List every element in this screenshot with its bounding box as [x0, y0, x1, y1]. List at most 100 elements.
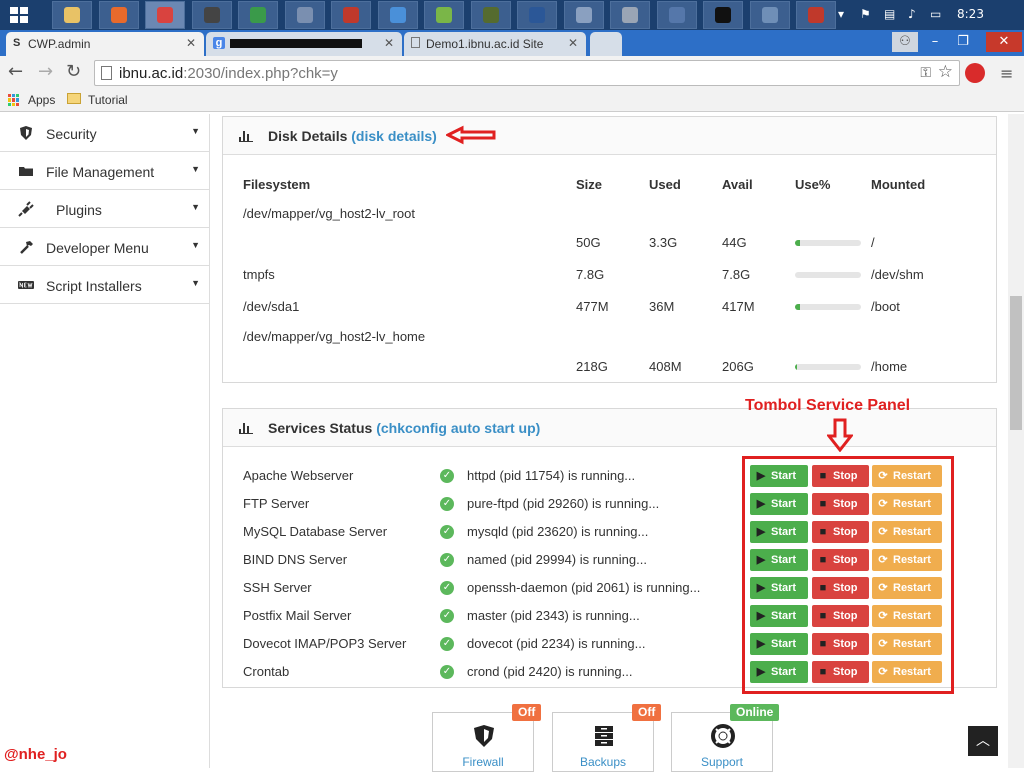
sidebar-item-script-installers[interactable]: Script Installers ▼ [0, 266, 210, 304]
column-header-mounted: Mounted [871, 177, 926, 192]
extension-icon[interactable] [965, 63, 985, 83]
tray-keyboard-icon[interactable]: ▭ [930, 7, 941, 21]
filezilla-icon [343, 7, 359, 23]
sidebar-item-plugins[interactable]: Plugins ▼ [0, 190, 210, 228]
windows-start-icon[interactable] [10, 7, 28, 23]
minimize-icon[interactable]: – [922, 32, 948, 52]
chkconfig-link[interactable]: (chkconfig auto start up) [376, 420, 540, 436]
tab-google[interactable]: g ✕ [206, 32, 402, 56]
page-icon [101, 66, 112, 80]
new-tab-button[interactable] [590, 32, 622, 56]
service-name: Postfix Mail Server [243, 608, 352, 623]
key-icon[interactable]: ⚿ [920, 64, 931, 81]
watermark: @nhe_jo [4, 746, 67, 763]
tab-favicon-icon [411, 37, 420, 48]
tile-support[interactable]: Support [671, 712, 773, 772]
check-circle-icon: ✓ [440, 469, 454, 483]
taskbar-app-app-grid[interactable] [610, 1, 650, 29]
restore-icon[interactable]: ❐ [950, 32, 976, 52]
server-icon [591, 723, 617, 749]
taskbar-app-paint[interactable] [377, 1, 418, 29]
taskbar-app-app-red[interactable] [796, 1, 836, 29]
tile-backups[interactable]: Backups [552, 712, 654, 772]
user-icon[interactable]: ⚇ [892, 32, 918, 52]
new-icon [18, 277, 34, 293]
taskbar-app-word[interactable] [517, 1, 557, 29]
sidebar-item-developer-menu[interactable]: Developer Menu ▼ [0, 228, 210, 266]
scrollbar-thumb[interactable] [1010, 296, 1022, 430]
scroll-to-top-button[interactable]: ︿ [968, 726, 998, 756]
bookmark-star-icon[interactable]: ☆ [938, 62, 953, 82]
tab-label: CWP.admin [28, 37, 91, 51]
taskbar-app-chrome[interactable] [145, 1, 185, 29]
taskbar-app-explorer[interactable] [52, 1, 92, 29]
usage-bar [795, 304, 861, 310]
tray-flag-icon[interactable]: ⚑ [860, 7, 871, 21]
sidebar-item-security[interactable]: Security ▼ [0, 114, 210, 152]
taskbar-app-app-green[interactable] [238, 1, 278, 29]
panel-header: Disk Details (disk details) [223, 117, 996, 155]
check-circle-icon: ✓ [440, 581, 454, 595]
taskbar-app-vpn[interactable] [424, 1, 464, 29]
taskbar-app-app-bird[interactable] [470, 1, 511, 29]
column-header-used: Used [649, 177, 681, 192]
sidebar: Security ▼ File Management ▼ Plugins ▼ D… [0, 114, 210, 768]
panel-title: Services Status (chkconfig auto start up… [268, 420, 540, 436]
tray-volume-icon[interactable]: ♪ [908, 7, 916, 21]
check-circle-icon: ✓ [440, 525, 454, 539]
service-name: Dovecot IMAP/POP3 Server [243, 636, 407, 651]
caret-down-icon: ▼ [191, 126, 200, 136]
bookmark-tutorial[interactable]: Tutorial [88, 93, 128, 107]
taskbar-app-virtualbox[interactable] [284, 1, 325, 29]
bookmark-apps[interactable]: Apps [28, 93, 55, 107]
tray-network-icon[interactable]: ▤ [884, 7, 895, 21]
sidebar-item-file-management[interactable]: File Management ▼ [0, 152, 210, 190]
service-status: mysqld (pid 23620) is running... [467, 524, 649, 539]
firefox-icon [110, 7, 127, 23]
tab-close-icon[interactable]: ✕ [384, 36, 394, 50]
taskbar-app-app-globe[interactable] [563, 1, 604, 29]
back-icon[interactable]: ← [8, 63, 23, 81]
taskbar-app-putty[interactable] [191, 1, 232, 29]
menu-icon[interactable]: ≡ [1000, 64, 1013, 83]
disk-details-link[interactable]: (disk details) [351, 128, 437, 144]
tab-favicon-icon: g [213, 37, 225, 49]
taskbar-app-app-monitor[interactable] [749, 1, 790, 29]
sidebar-item-label: Plugins [56, 202, 102, 218]
taskbar-app-cmd[interactable] [703, 1, 743, 29]
clock[interactable]: 8:23 [957, 7, 984, 21]
service-name: Crontab [243, 664, 290, 679]
tile-firewall[interactable]: Firewall [432, 712, 534, 772]
taskbar-app-firefox[interactable] [98, 1, 139, 29]
app-bird-icon [482, 7, 499, 23]
folder-icon [67, 93, 81, 104]
reload-icon[interactable]: ↻ [66, 63, 81, 81]
address-bar[interactable]: ibnu.ac.id:2030/index.php?chk=y ⚿ ☆ [94, 60, 960, 86]
tile-label: Support [700, 755, 744, 769]
taskbar-app-filezilla[interactable] [331, 1, 371, 29]
firewall-status-badge: Off [512, 704, 542, 721]
check-circle-icon: ✓ [440, 665, 454, 679]
tab-demo1-site[interactable]: Demo1.ibnu.ac.id Site ✕ [404, 32, 586, 56]
cell-mounted: /home [871, 359, 908, 374]
taskbar-app-app-remote[interactable] [656, 1, 697, 29]
close-window-icon[interactable]: ✕ [986, 32, 1022, 52]
cell-size: 218G [576, 359, 608, 374]
panel-title: Disk Details (disk details) [268, 128, 437, 144]
tab-cwp-admin[interactable]: S CWP.admin ✕ [6, 32, 204, 56]
app-grid-icon [622, 7, 638, 23]
explorer-icon [64, 7, 80, 23]
cell-mounted: /dev/shm [871, 267, 924, 282]
cell-avail: 7.8G [722, 267, 751, 282]
tab-close-icon[interactable]: ✕ [186, 36, 196, 50]
apps-grid-icon [8, 94, 20, 106]
cmd-icon [715, 7, 731, 23]
redacted-text [230, 39, 362, 48]
check-circle-icon: ✓ [440, 553, 454, 567]
scrollbar[interactable] [1008, 114, 1024, 768]
forward-icon[interactable]: → [38, 63, 53, 81]
cell-filesystem: /dev/sda1 [243, 299, 300, 314]
tab-close-icon[interactable]: ✕ [568, 36, 578, 50]
caret-down-icon: ▼ [191, 164, 200, 174]
tray-chevron-icon[interactable]: ▾ [838, 7, 844, 21]
